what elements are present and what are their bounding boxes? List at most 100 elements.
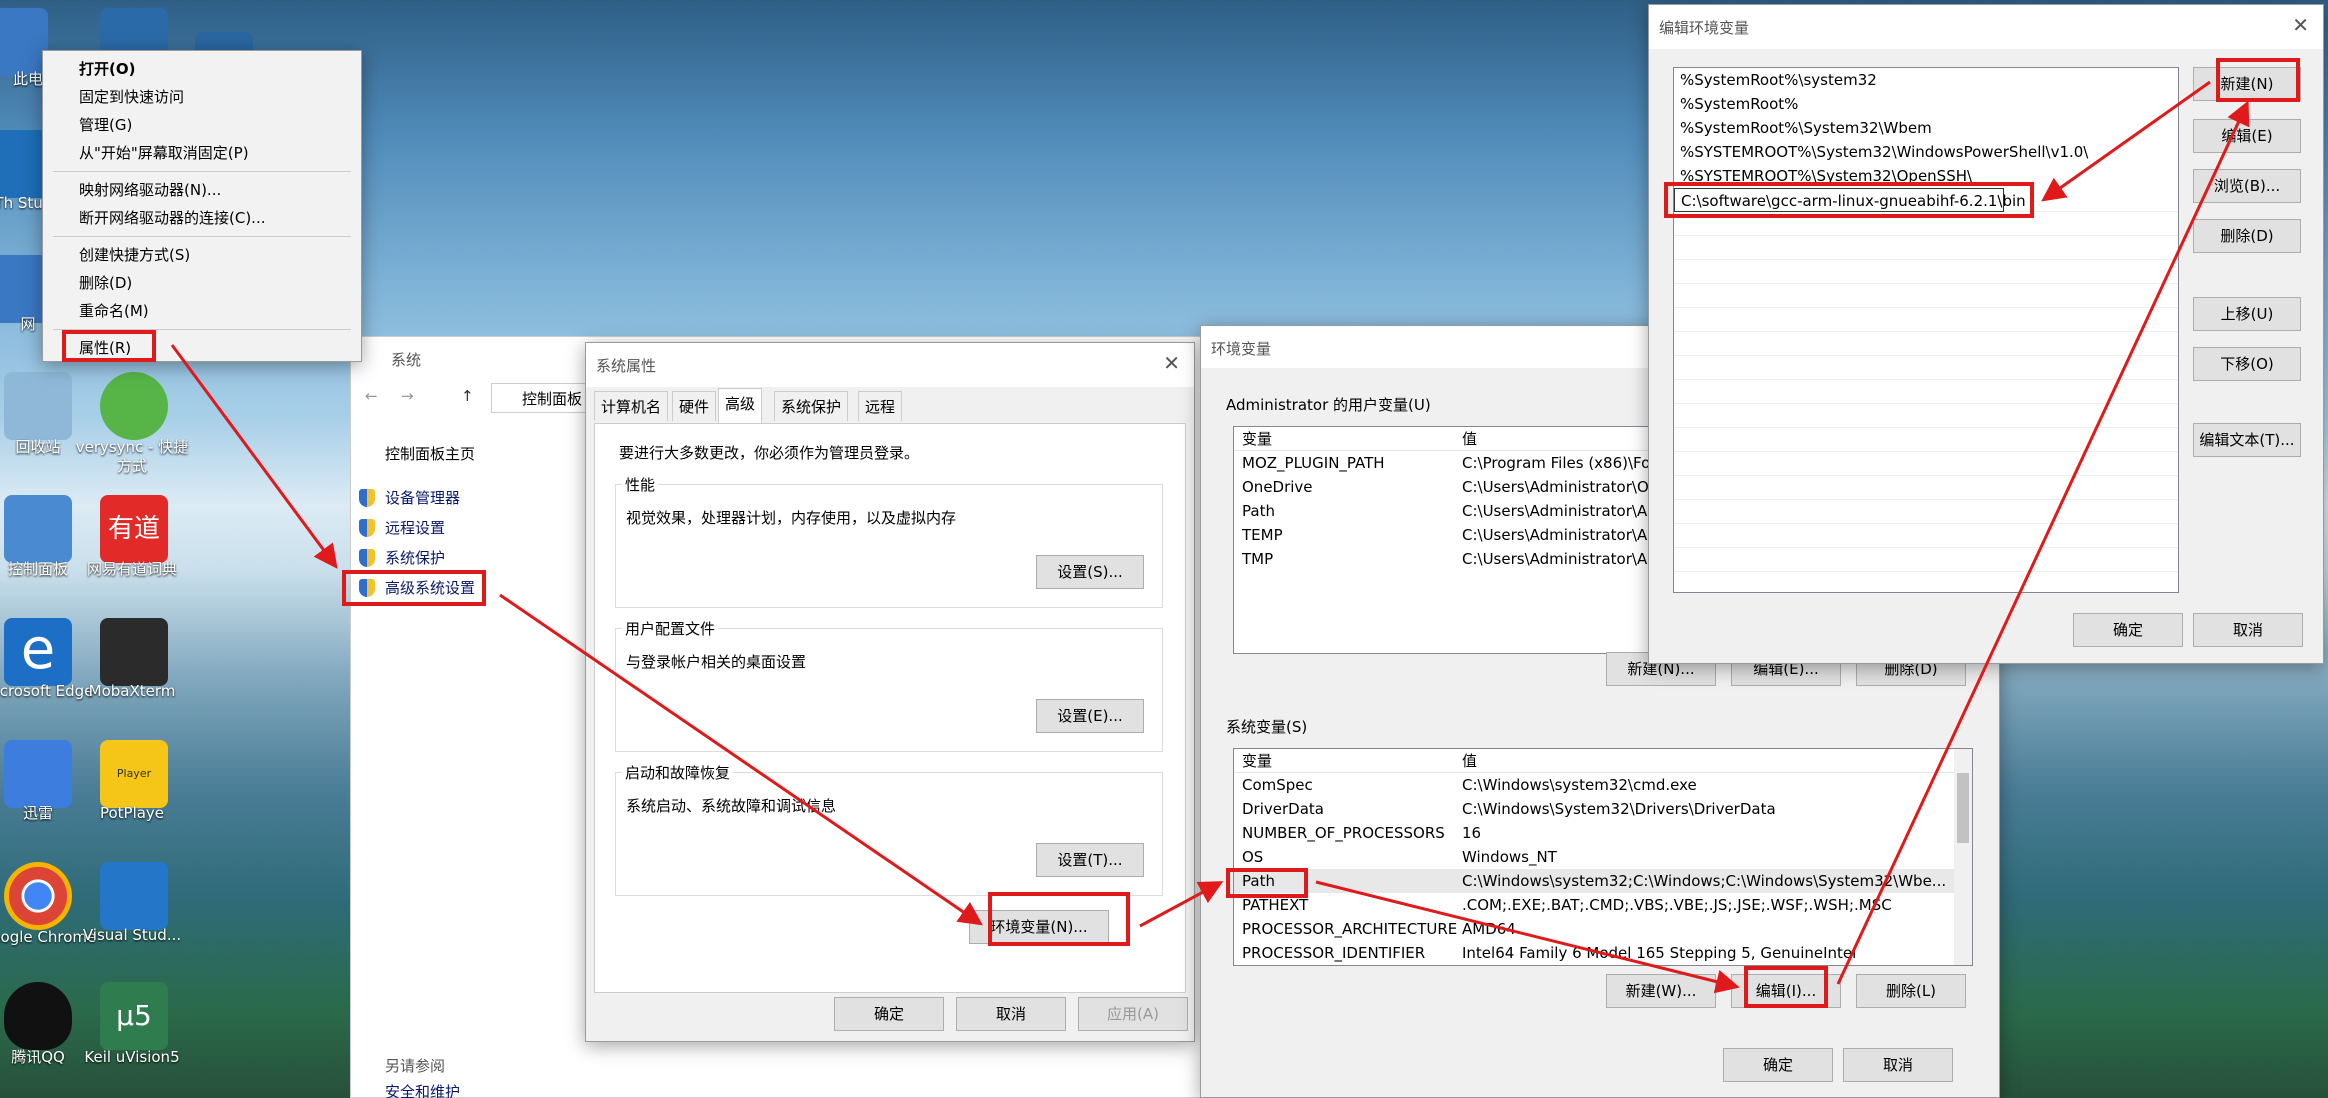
var-value: C:\Windows\system32\cmd.exe [1462,776,1697,794]
system-protection-link[interactable]: 系统保护 [385,547,445,568]
performance-settings-button[interactable]: 设置(S)... [1036,555,1144,589]
menu-item-delete[interactable]: 删除(D) [43,269,361,297]
editenv-delete-button[interactable]: 删除(D) [2193,219,2301,253]
scrollbar-thumb[interactable] [1957,773,1969,843]
user-profile-group: 用户配置文件 与登录帐户相关的桌面设置 设置(E)... [615,618,1163,752]
var-value: Windows_NT [1462,848,1557,866]
list-item[interactable]: %SystemRoot% [1674,92,2178,116]
security-maintenance-link[interactable]: 安全和维护 [385,1081,460,1098]
user-profile-title: 用户配置文件 [622,618,719,639]
table-row-selected[interactable]: Path C:\Windows\system32;C:\Windows;C:\Wi… [1234,869,1972,893]
context-menu: 打开(O) 固定到快速访问 管理(G) 从"开始"屏幕取消固定(P) 映射网络驱… [42,50,362,362]
nav-forward-icon[interactable]: → [401,387,414,405]
control-panel-home-link[interactable]: 控制面板主页 [385,443,475,464]
breadcrumb[interactable]: 控制面板 [491,383,591,413]
table-row[interactable]: DriverData C:\Windows\System32\Drivers\Dr… [1234,797,1972,821]
editenv-titlebar: 编辑环境变量 ✕ [1649,5,2323,49]
chrome-icon[interactable] [4,862,72,930]
table-row[interactable]: ComSpec C:\Windows\system32\cmd.exe [1234,773,1972,797]
menu-item-pin-quick-access[interactable]: 固定到快速访问 [43,83,361,111]
system-delete-button[interactable]: 删除(L) [1856,974,1966,1008]
tab-advanced[interactable]: 高级 [718,388,763,423]
menu-separator [53,171,351,172]
system-vars-list[interactable]: 变量 值 ComSpec C:\Windows\system32\cmd.exe … [1233,748,1973,966]
arrow-properties-to-advanced [170,344,338,569]
potplayer-icon[interactable]: Player [100,740,168,808]
editenv-edit-button[interactable]: 编辑(E) [2193,119,2301,153]
system-vars-heading: 系统变量(S) [1226,718,1308,736]
highlight-advanced-settings [342,570,486,606]
edge-icon[interactable]: e [4,618,72,686]
editenv-move-down-button[interactable]: 下移(O) [2193,347,2301,381]
see-also-heading: 另请参阅 [385,1057,446,1075]
col-value[interactable]: 值 [1462,427,1477,451]
nav-up-icon[interactable]: ↑ [461,387,474,405]
qq-icon[interactable] [4,982,72,1050]
list-item[interactable]: %SYSTEMROOT%\System32\WindowsPowerShell\… [1674,140,2178,164]
highlight-env-button [988,892,1130,946]
editenv-move-up-button[interactable]: 上移(U) [2193,297,2301,331]
menu-item-map-drive[interactable]: 映射网络驱动器(N)... [43,176,361,204]
table-row[interactable]: PROCESSOR_ARCHITECTURE AMD64 [1234,917,1972,941]
var-value: Intel64 Family 6 Model 165 Stepping 5, G… [1462,944,1857,962]
system-new-button[interactable]: 新建(W)... [1606,974,1716,1008]
shield-icon [359,489,375,507]
remote-settings-link[interactable]: 远程设置 [385,517,445,538]
performance-desc: 视觉效果，处理器计划，内存使用，以及虚拟内存 [626,509,957,527]
menu-item-disconnect-drive[interactable]: 断开网络驱动器的连接(C)... [43,204,361,232]
list-item[interactable]: %SystemRoot%\system32 [1674,68,2178,92]
tab-remote[interactable]: 远程 [858,391,903,421]
vscode-icon[interactable] [100,862,168,930]
menu-item-manage[interactable]: 管理(G) [43,111,361,139]
var-name: NUMBER_OF_PROCESSORS [1242,824,1445,842]
tab-computer-name[interactable]: 计算机名 [594,391,669,421]
sysprops-titlebar: 系统属性 ✕ [586,343,1194,387]
menu-item-rename[interactable]: 重命名(M) [43,297,361,325]
rtthread-studio-icon[interactable] [0,130,48,198]
sysprops-tabs: 计算机名 硬件 高级 系统保护 远程 [594,388,1194,423]
envvars-ok-button[interactable]: 确定 [1723,1048,1833,1082]
menu-item-open[interactable]: 打开(O) [43,55,361,83]
col-variable[interactable]: 变量 [1242,427,1272,451]
sysprops-cancel-button[interactable]: 取消 [956,997,1066,1031]
sysprops-apply-button[interactable]: 应用(A) [1078,997,1188,1031]
menu-item-unpin-start[interactable]: 从"开始"屏幕取消固定(P) [43,139,361,167]
var-value: C:\Users\Administrator\Ap [1462,502,1657,520]
list-item[interactable]: %SystemRoot%\System32\Wbem [1674,116,2178,140]
tab-hardware[interactable]: 硬件 [672,391,717,421]
editenv-cancel-button[interactable]: 取消 [2193,613,2303,647]
col-value[interactable]: 值 [1462,749,1477,773]
keil-icon[interactable]: μ5 [100,982,168,1050]
envvars-cancel-button[interactable]: 取消 [1843,1048,1953,1082]
sysprops-ok-button[interactable]: 确定 [834,997,944,1031]
path-entries-list[interactable]: %SystemRoot%\system32 %SystemRoot% %Syst… [1673,67,2179,593]
table-row[interactable]: OS Windows_NT [1234,845,1972,869]
nav-back-icon[interactable]: ← [365,387,378,405]
control-panel-icon[interactable] [4,495,72,563]
recycle-bin-icon[interactable] [4,372,72,440]
mobaxterm-icon[interactable] [100,618,168,686]
scrollbar[interactable] [1954,749,1972,965]
close-icon[interactable]: ✕ [2292,13,2309,37]
editenv-ok-button[interactable]: 确定 [2073,613,2183,647]
var-name: TEMP [1242,526,1283,544]
table-row[interactable]: PATHEXT .COM;.EXE;.BAT;.CMD;.VBS;.VBE;.JS… [1234,893,1972,917]
tab-system-protection[interactable]: 系统保护 [774,391,849,421]
desktop-label-keil: Keil uVision5 [84,1048,180,1066]
editenv-edit-text-button[interactable]: 编辑文本(T)... [2193,423,2301,457]
verysync-icon[interactable] [100,372,168,440]
user-profile-settings-button[interactable]: 设置(E)... [1036,699,1144,733]
var-name: PROCESSOR_ARCHITECTURE [1242,920,1458,938]
menu-item-create-shortcut[interactable]: 创建快捷方式(S) [43,241,361,269]
col-variable[interactable]: 变量 [1242,749,1272,773]
this-pc-icon[interactable] [0,8,48,76]
xunlei-icon[interactable] [4,740,72,808]
network-icon[interactable] [0,255,48,323]
table-row[interactable]: PROCESSOR_IDENTIFIER Intel64 Family 6 Mod… [1234,941,1972,965]
device-manager-link[interactable]: 设备管理器 [385,487,460,508]
startup-settings-button[interactable]: 设置(T)... [1036,843,1144,877]
close-icon[interactable]: ✕ [1163,351,1180,375]
table-row[interactable]: NUMBER_OF_PROCESSORS 16 [1234,821,1972,845]
editenv-browse-button[interactable]: 浏览(B)... [2193,169,2301,203]
youdao-icon[interactable]: 有道 [100,495,168,563]
